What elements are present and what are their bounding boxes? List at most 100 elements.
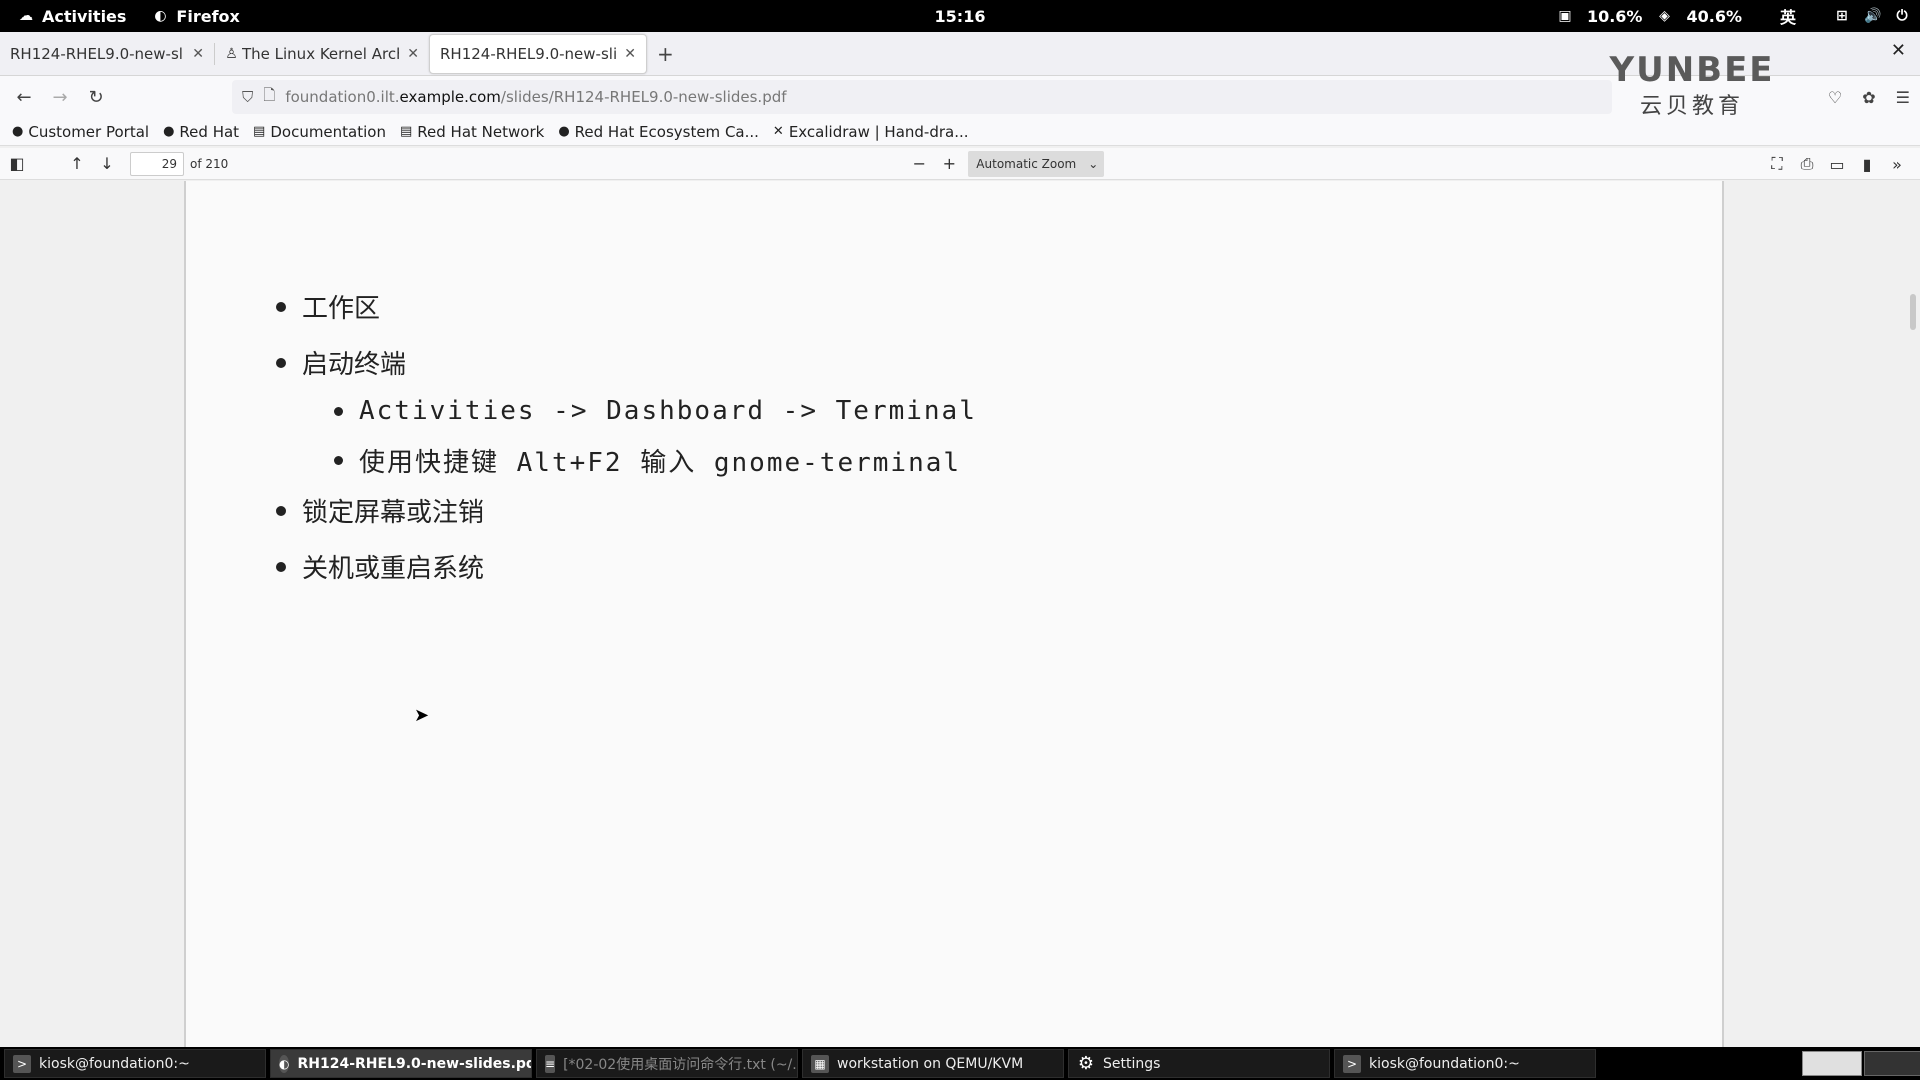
task-firefox-slides[interactable]: ◐ RH124-RHEL9.0-new-slides.pdf ... xyxy=(270,1049,532,1078)
bullet-shutdown: 关机或重启系统 xyxy=(276,548,484,585)
activities-label: Activities xyxy=(42,6,127,26)
bookmark-ecosystem-catalog[interactable]: ● Red Hat Ecosystem Ca... xyxy=(558,123,759,141)
task-label: kiosk@foundation0:~ xyxy=(1369,1055,1520,1072)
bookmark-label: Excalidraw | Hand-dra... xyxy=(788,122,969,141)
task-label: Settings xyxy=(1103,1055,1161,1072)
bookmark-red-hat-network[interactable]: ▤ Red Hat Network xyxy=(400,123,544,141)
back-button[interactable]: ← xyxy=(6,87,42,108)
watermark-cn: 云贝教育 xyxy=(1639,94,1744,119)
task-settings[interactable]: ⚙ Settings xyxy=(1068,1049,1330,1078)
bookmark-label: Red Hat xyxy=(179,122,240,141)
power-icon[interactable]: ⏻ xyxy=(1894,8,1910,24)
pocket-icon[interactable]: ♡ xyxy=(1828,88,1842,107)
url-text[interactable]: foundation0.ilt.example.com/slides/RH124… xyxy=(285,88,786,106)
text-editor-icon: ≡ xyxy=(545,1054,556,1073)
zoom-select[interactable]: Automatic Zoom ⌄ xyxy=(968,150,1105,177)
previous-page-button[interactable]: ↑ xyxy=(62,154,92,173)
tab-title: RH124-RHEL9.0-new-slides. xyxy=(440,44,617,63)
firefox-icon: ◐ xyxy=(279,1054,290,1073)
bookmark-excalidraw[interactable]: ✕ Excalidraw | Hand-dra... xyxy=(773,123,969,141)
bullet-text: 工作区 xyxy=(302,294,381,324)
app-menu-label: Firefox xyxy=(176,6,240,26)
bullet-launch-terminal: 启动终端 xyxy=(276,344,406,381)
workspace-1[interactable] xyxy=(1802,1051,1862,1076)
bullet-dot xyxy=(276,561,286,572)
presentation-mode-icon[interactable]: ⛶ xyxy=(1762,154,1792,174)
window-list-taskbar: > kiosk@foundation0:~ ◐ RH124-RHEL9.0-ne… xyxy=(0,1047,1920,1080)
close-icon[interactable]: ✕ xyxy=(624,46,636,62)
tab-title: The Linux Kernel Archives xyxy=(241,44,399,63)
close-icon[interactable]: ✕ xyxy=(192,46,204,62)
url-bar[interactable]: ⛉ 🗋 foundation0.ilt.example.com/slides/R… xyxy=(232,80,1612,114)
bookmark-icon[interactable]: ▮ xyxy=(1852,155,1882,174)
page-total-label: of 210 xyxy=(190,156,229,171)
print-icon[interactable]: ⎙ xyxy=(1792,154,1822,174)
bookmark-label: Documentation xyxy=(270,122,386,141)
new-tab-button[interactable]: + xyxy=(657,42,674,66)
app-menu[interactable]: ◐ Firefox xyxy=(138,7,253,26)
input-method-indicator[interactable]: 英 xyxy=(1780,4,1796,28)
reload-button[interactable]: ↻ xyxy=(78,87,114,108)
memory-usage: 40.6% xyxy=(1686,6,1742,26)
tux-icon: ♙ xyxy=(225,45,238,62)
cpu-icon: ▣ xyxy=(1558,8,1572,24)
task-virt-viewer[interactable]: ▦ workstation on QEMU/KVM xyxy=(802,1049,1064,1078)
zoom-in-button[interactable]: + xyxy=(934,154,964,173)
terminal-icon: > xyxy=(1343,1054,1361,1073)
shield-icon[interactable]: ⛉ xyxy=(242,88,253,106)
redhat-icon: ● xyxy=(558,124,570,139)
next-page-button[interactable]: ↓ xyxy=(92,154,122,173)
sidebar-toggle-icon[interactable]: ◧ xyxy=(2,154,32,173)
tab-slides-1[interactable]: RH124-RHEL9.0-new-slide ✕ xyxy=(0,35,214,73)
tools-icon[interactable]: » xyxy=(1882,155,1912,174)
open-file-icon[interactable]: ▭ xyxy=(1822,155,1852,174)
bullet-dot xyxy=(276,357,286,368)
url-prefix: foundation0.ilt. xyxy=(285,88,400,106)
task-label: kiosk@foundation0:~ xyxy=(39,1055,190,1072)
sub-bullet-activities: Activities -> Dashboard -> Terminal xyxy=(334,396,977,426)
menu-icon[interactable]: ☰ xyxy=(1896,88,1910,107)
bullet-workspace: 工作区 xyxy=(276,288,380,325)
fedora-icon: ☁ xyxy=(19,8,33,24)
bullet-lock-screen: 锁定屏幕或注销 xyxy=(276,492,484,529)
forward-button[interactable]: → xyxy=(42,87,78,108)
pdf-viewer[interactable]: 工作区 启动终端 Activities -> Dashboard -> Term… xyxy=(0,181,1920,1047)
bullet-text: 启动终端 xyxy=(302,350,407,380)
task-label: workstation on QEMU/KVM xyxy=(837,1055,1024,1072)
gear-icon: ⚙ xyxy=(1077,1052,1095,1074)
bookmark-documentation[interactable]: ▤ Documentation xyxy=(253,123,386,141)
bullet-dot xyxy=(276,301,286,312)
bullet-text: 锁定屏幕或注销 xyxy=(302,498,485,528)
bookmark-label: Customer Portal xyxy=(28,122,150,141)
page-number-input[interactable]: 29 xyxy=(130,151,184,176)
tab-kernel-archives[interactable]: ♙ The Linux Kernel Archives ✕ xyxy=(215,35,429,73)
task-text-editor[interactable]: ≡ [*02-02使用桌面访问命令行.txt (~/... xyxy=(536,1049,798,1078)
extension-icon[interactable]: ✿ xyxy=(1862,88,1875,107)
watermark-en: YUNBEE xyxy=(1609,50,1775,90)
doc-icon: ▤ xyxy=(399,124,413,139)
yunbee-watermark: YUNBEE 云贝教育 xyxy=(1582,50,1802,140)
tab-slides-active[interactable]: RH124-RHEL9.0-new-slides. ✕ xyxy=(429,33,647,74)
network-icon[interactable]: ⊞ xyxy=(1834,8,1850,24)
scrollbar-thumb[interactable] xyxy=(1910,294,1916,330)
window-close-icon[interactable]: ✕ xyxy=(1891,40,1906,61)
close-icon[interactable]: ✕ xyxy=(407,46,419,62)
zoom-out-button[interactable]: − xyxy=(904,154,934,173)
task-label: [*02-02使用桌面访问命令行.txt (~/... xyxy=(563,1056,798,1073)
bullet-text: 关机或重启系统 xyxy=(302,554,485,584)
volume-icon[interactable]: 🔊 xyxy=(1864,8,1881,24)
cpu-usage: 10.6% xyxy=(1586,6,1643,26)
bullet-text: 使用快捷键 Alt+F2 输入 gnome-terminal xyxy=(359,448,962,478)
clock[interactable]: 15:16 xyxy=(935,7,986,26)
terminal-icon: > xyxy=(13,1054,31,1073)
page-info-icon[interactable]: 🗋 xyxy=(263,85,275,110)
memory-icon: ◈ xyxy=(1659,8,1670,24)
task-terminal-2[interactable]: > kiosk@foundation0:~ xyxy=(1334,1049,1596,1078)
workspace-2[interactable] xyxy=(1864,1051,1920,1076)
bookmark-customer-portal[interactable]: ● Customer Portal xyxy=(12,123,149,141)
url-domain: example.com xyxy=(399,88,501,106)
task-terminal-1[interactable]: > kiosk@foundation0:~ xyxy=(4,1049,266,1078)
doc-icon: ▤ xyxy=(253,124,266,139)
activities-button[interactable]: ☁ Activities xyxy=(0,7,138,26)
bookmark-red-hat[interactable]: ● Red Hat xyxy=(163,123,239,141)
